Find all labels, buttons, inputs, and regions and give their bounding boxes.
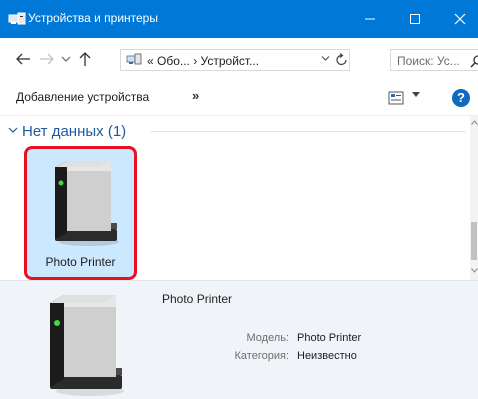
group-title: Нет данных (1) [22, 122, 127, 140]
more-commands-button[interactable]: » [192, 88, 199, 103]
devices-and-printers-icon [8, 12, 26, 25]
details-pane: Photo Printer Модель: Photo Printer Кате… [0, 280, 478, 399]
help-button[interactable]: ? [452, 89, 470, 107]
category-label: Категория: [234, 350, 289, 362]
devices-list: Нет данных (1) Photo Printer [0, 116, 470, 280]
generic-device-icon [50, 295, 124, 396]
command-bar: Добавление устройства » ? [0, 80, 478, 116]
navigation-bar: « Обо... › Устройст... Поиск: Ус... [0, 38, 478, 80]
address-dropdown-button[interactable] [321, 54, 330, 65]
breadcrumb[interactable]: « Обо... › Устройст... [147, 54, 259, 68]
address-bar[interactable]: « Обо... › Устройст... [120, 49, 350, 71]
chevron-down-icon [470, 268, 478, 273]
device-label: Photo Printer [45, 255, 116, 269]
window-title: Устройства и принтеры [28, 11, 158, 25]
scroll-up-button[interactable] [470, 118, 478, 128]
chevron-up-icon [470, 120, 478, 125]
details-device-name: Photo Printer [162, 292, 233, 306]
model-value: Photo Printer [297, 332, 362, 344]
group-header[interactable]: Нет данных (1) [8, 122, 126, 140]
chevron-down-icon [321, 56, 330, 61]
arrow-right-icon [40, 53, 54, 65]
scrollbar-thumb[interactable] [471, 222, 477, 260]
device-item-photo-printer[interactable]: Photo Printer [24, 146, 137, 280]
caret-down-icon [412, 92, 420, 97]
devices-and-printers-icon [126, 53, 142, 65]
maximize-icon [410, 14, 420, 24]
forward-button[interactable] [38, 50, 56, 68]
chevron-down-icon [61, 56, 71, 62]
up-button[interactable] [76, 50, 94, 68]
view-options-dropdown[interactable] [412, 90, 420, 101]
chevron-down-icon [8, 125, 18, 137]
scroll-down-button[interactable] [470, 266, 478, 276]
model-label: Модель: [246, 332, 289, 344]
group-divider [150, 131, 466, 132]
maximize-button[interactable] [395, 0, 435, 38]
recent-locations-button[interactable] [60, 50, 72, 68]
minimize-icon [365, 18, 375, 20]
generic-device-icon [55, 161, 119, 246]
change-view-icon[interactable] [388, 91, 404, 105]
title-bar: Устройства и принтеры [0, 0, 478, 38]
refresh-icon[interactable] [335, 52, 349, 68]
search-box[interactable]: Поиск: Ус... [390, 49, 478, 71]
search-input[interactable]: Поиск: Ус... [397, 54, 460, 68]
category-value: Неизвестно [297, 350, 357, 362]
vertical-scrollbar[interactable] [470, 116, 478, 280]
search-icon [470, 55, 478, 68]
minimize-button[interactable] [350, 0, 390, 38]
close-button[interactable] [440, 0, 478, 38]
arrow-up-icon [79, 52, 91, 66]
arrow-left-icon [16, 53, 30, 65]
close-icon [454, 13, 466, 25]
back-button[interactable] [14, 50, 32, 68]
add-device-button[interactable]: Добавление устройства [16, 90, 149, 104]
